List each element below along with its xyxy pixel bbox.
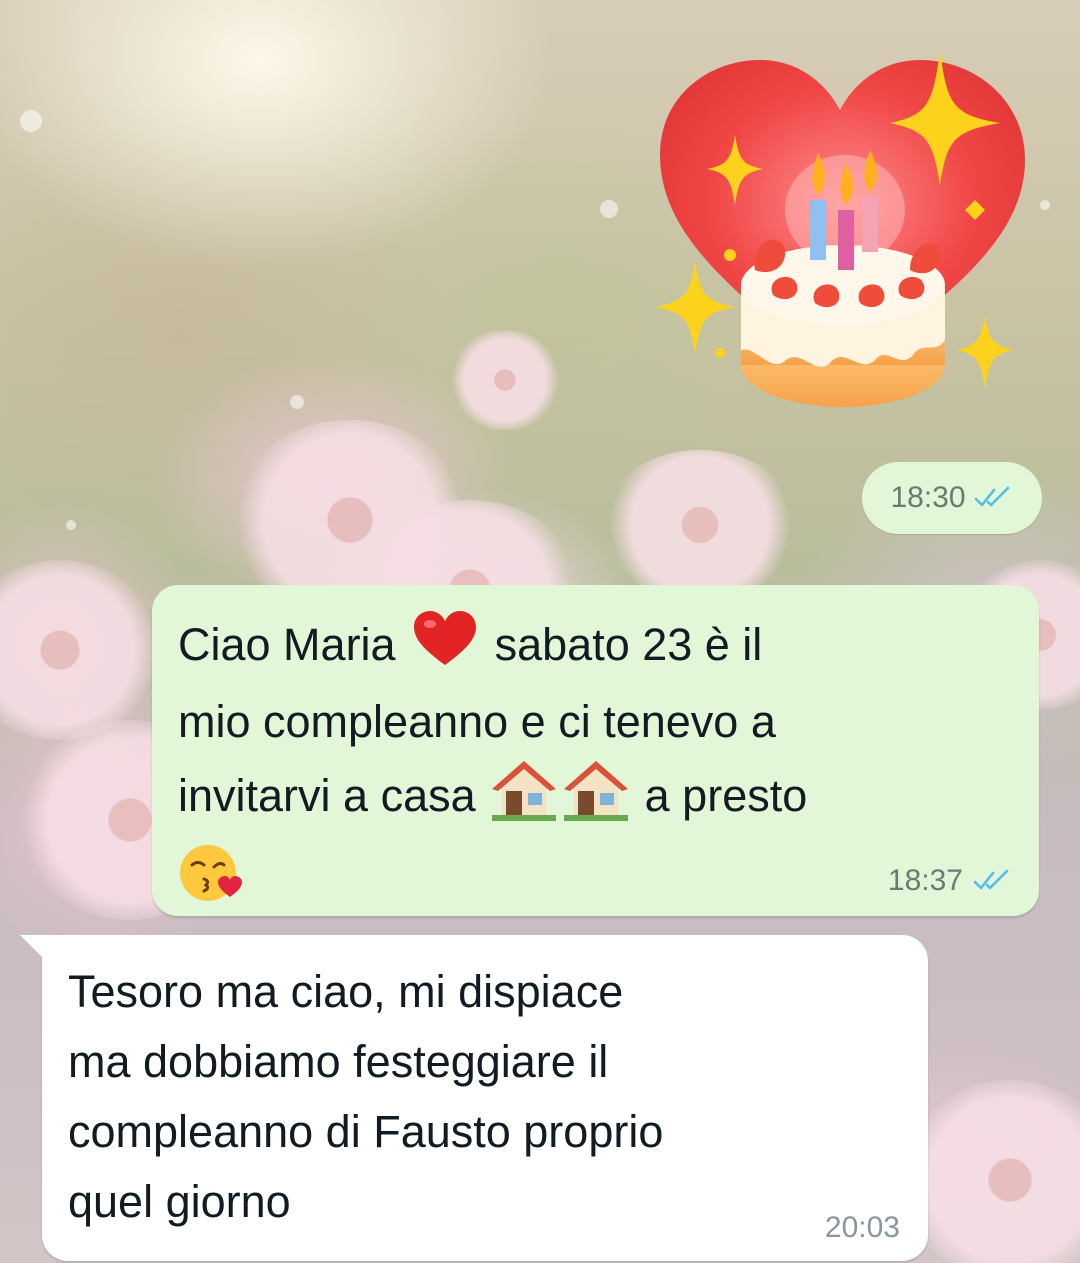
message-line: compleanno di Fausto proprio: [68, 1106, 664, 1157]
message-line: [178, 841, 1009, 925]
bubble-tail: [20, 935, 44, 959]
message-timestamp: 20:03: [824, 1211, 900, 1244]
message-line: quel giorno: [68, 1176, 291, 1227]
message-line: Tesoro ma ciao, mi dispiace: [68, 966, 624, 1017]
chat-screen: 18:30 Ciao Maria sabato 23 è il mio comp…: [0, 0, 1080, 1263]
incoming-message-bubble[interactable]: Tesoro ma ciao, mi dispiace ma dobbiamo …: [20, 935, 928, 1261]
message-timestamp: 18:37: [887, 864, 963, 897]
message-line: ma dobbiamo festeggiare il: [68, 1036, 609, 1087]
message-meta: 18:37: [888, 864, 1013, 898]
house-icon: [564, 757, 629, 841]
red-heart-icon: [412, 609, 478, 687]
house-icon: [492, 757, 557, 841]
message-line: mio compleanno e ci tenevo a: [178, 696, 776, 747]
birthday-cake-heart-sticker-icon: [655, 50, 1025, 407]
message-line: invitarvi a casa a presto: [178, 757, 1009, 841]
message-line: Ciao Maria sabato 23 è il: [178, 609, 1009, 687]
sticker-timestamp: 18:30: [890, 481, 966, 514]
outgoing-message-bubble[interactable]: Ciao Maria sabato 23 è il mio compleanno…: [152, 585, 1039, 916]
message-meta: 20:03: [825, 1211, 900, 1245]
birthday-sticker[interactable]: [655, 45, 1035, 415]
double-check-read-icon: [973, 869, 1009, 890]
sticker-time-pill: 18:30: [862, 462, 1042, 534]
face-blowing-kiss-icon: [178, 841, 242, 925]
double-check-read-icon: [974, 486, 1009, 507]
